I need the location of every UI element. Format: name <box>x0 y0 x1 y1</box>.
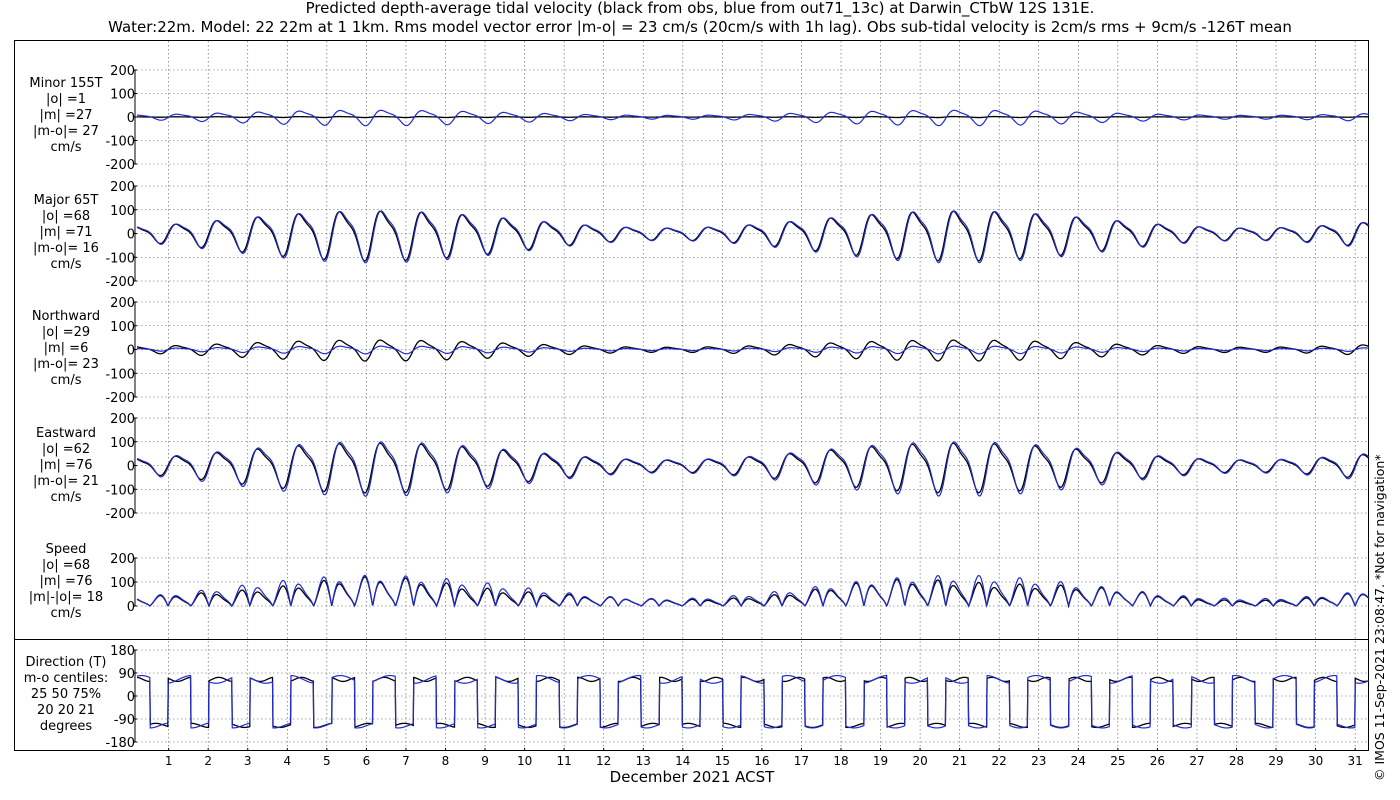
x-tick-label: 2 <box>204 754 212 768</box>
x-tick-label: 7 <box>402 754 410 768</box>
x-tick-label: 15 <box>715 754 730 768</box>
label-dir-percent: 25 50 75% <box>30 687 102 702</box>
label-minor-model: |m| =27 <box>39 108 93 123</box>
x-tick-label: 3 <box>244 754 252 768</box>
label-minor-title: Minor 155T <box>29 76 103 91</box>
obs-series-minor <box>137 115 1370 119</box>
x-tick-label: 24 <box>1071 754 1086 768</box>
label-east-title: Eastward <box>35 426 97 441</box>
label-speed-title: Speed <box>45 542 87 557</box>
label-east-unit: cm/s <box>50 490 82 505</box>
y-tick-label: 200 <box>110 412 135 427</box>
label-speed-unit: cm/s <box>50 606 82 621</box>
x-tick-label: 21 <box>952 754 967 768</box>
y-tick-label: 90 <box>118 667 135 682</box>
x-tick-label: 18 <box>833 754 848 768</box>
x-tick-label: 30 <box>1308 754 1323 768</box>
x-tick-label: 17 <box>794 754 809 768</box>
x-tick-label: 4 <box>283 754 291 768</box>
x-axis-label: December 2021 ACST <box>609 768 775 786</box>
obs-series-east <box>136 442 1370 494</box>
label-north-title: Northward <box>31 309 101 324</box>
copyright-credit: © IMOS 11-Sep-2021 23:08:47. *Not for na… <box>1372 454 1387 781</box>
y-tick-label: 0 <box>127 600 135 615</box>
label-major: Major 65T |o| =68 |m| =71 |m-o|= 16 cm/s <box>14 193 118 273</box>
y-tick-label: -200 <box>105 391 135 406</box>
model-series-speed <box>136 574 1370 608</box>
x-tick-label: 23 <box>1031 754 1046 768</box>
label-major-error: |m-o|= 16 <box>33 241 99 256</box>
label-dir: Direction (T) m-o centiles: 25 50 75% 20… <box>14 655 118 735</box>
x-tick-label: 6 <box>363 754 371 768</box>
x-tick-label: 22 <box>992 754 1007 768</box>
y-tick-label: 0 <box>127 344 135 359</box>
label-speed-obs: |o| =68 <box>41 558 91 573</box>
x-tick-label: 31 <box>1348 754 1363 768</box>
x-tick-label: 5 <box>323 754 331 768</box>
label-major-unit: cm/s <box>50 257 82 272</box>
y-tick-label: -200 <box>105 275 135 290</box>
y-tick-label: -180 <box>105 736 135 751</box>
y-tick-label: 0 <box>127 460 135 475</box>
label-minor: Minor 155T |o| =1 |m| =27 |m-o|= 27 cm/s <box>14 76 118 156</box>
label-major-model: |m| =71 <box>39 225 93 240</box>
x-tick-label: 9 <box>481 754 489 768</box>
x-tick-label: 19 <box>873 754 888 768</box>
model-series-major <box>136 210 1370 264</box>
x-tick-label: 16 <box>754 754 769 768</box>
label-speed-error: |m|-|o|= 18 <box>28 590 104 605</box>
obs-series-speed <box>136 576 1370 609</box>
x-tick-label: 1 <box>165 754 173 768</box>
label-east: Eastward |o| =62 |m| =76 |m-o|= 21 cm/s <box>14 426 118 506</box>
label-east-error: |m-o|= 21 <box>33 474 99 489</box>
obs-series-dir <box>136 676 1370 729</box>
label-dir-unit: degrees <box>39 719 93 734</box>
x-tick-label: 26 <box>1150 754 1165 768</box>
label-north-error: |m-o|= 23 <box>33 357 99 372</box>
x-tick-label: 28 <box>1229 754 1244 768</box>
model-series-dir <box>136 674 1370 729</box>
label-north-model: |m| =6 <box>43 341 89 356</box>
label-east-model: |m| =76 <box>39 458 93 473</box>
label-major-title: Major 65T <box>33 193 99 208</box>
x-tick-label: 12 <box>596 754 611 768</box>
label-speed: Speed |o| =68 |m| =76 |m|-|o|= 18 cm/s <box>14 542 118 622</box>
label-minor-error: |m-o|= 27 <box>33 124 99 139</box>
label-speed-model: |m| =76 <box>39 574 93 589</box>
label-north-unit: cm/s <box>50 373 82 388</box>
label-north-obs: |o| =29 <box>41 325 91 340</box>
x-tick-label: 29 <box>1268 754 1283 768</box>
label-north: Northward |o| =29 |m| =6 |m-o|= 23 cm/s <box>14 309 118 389</box>
y-tick-label: 0 <box>127 111 135 126</box>
x-tick-label: 25 <box>1110 754 1125 768</box>
x-tick-label: 13 <box>636 754 651 768</box>
x-tick-label: 11 <box>557 754 572 768</box>
x-tick-label: 20 <box>912 754 927 768</box>
x-tick-label: 27 <box>1189 754 1204 768</box>
obs-series-major <box>136 210 1370 262</box>
label-east-obs: |o| =62 <box>41 442 91 457</box>
x-tick-label: 10 <box>517 754 532 768</box>
label-minor-obs: |o| =1 <box>45 92 86 107</box>
y-tick-label: 0 <box>127 228 135 243</box>
label-dir-values: 20 20 21 <box>37 703 95 718</box>
label-dir-title: Direction (T) <box>25 655 107 670</box>
y-tick-label: 0 <box>127 690 135 705</box>
x-tick-label: 14 <box>675 754 690 768</box>
tidal-velocity-chart: -200-1000100200-200-1000100200-200-10001… <box>105 41 1370 768</box>
y-tick-label: -200 <box>105 507 135 522</box>
y-tick-label: -200 <box>105 158 135 173</box>
x-tick-label: 8 <box>442 754 450 768</box>
label-minor-unit: cm/s <box>50 140 82 155</box>
label-dir-centiles: m-o centiles: <box>23 671 109 686</box>
label-major-obs: |o| =68 <box>41 209 91 224</box>
